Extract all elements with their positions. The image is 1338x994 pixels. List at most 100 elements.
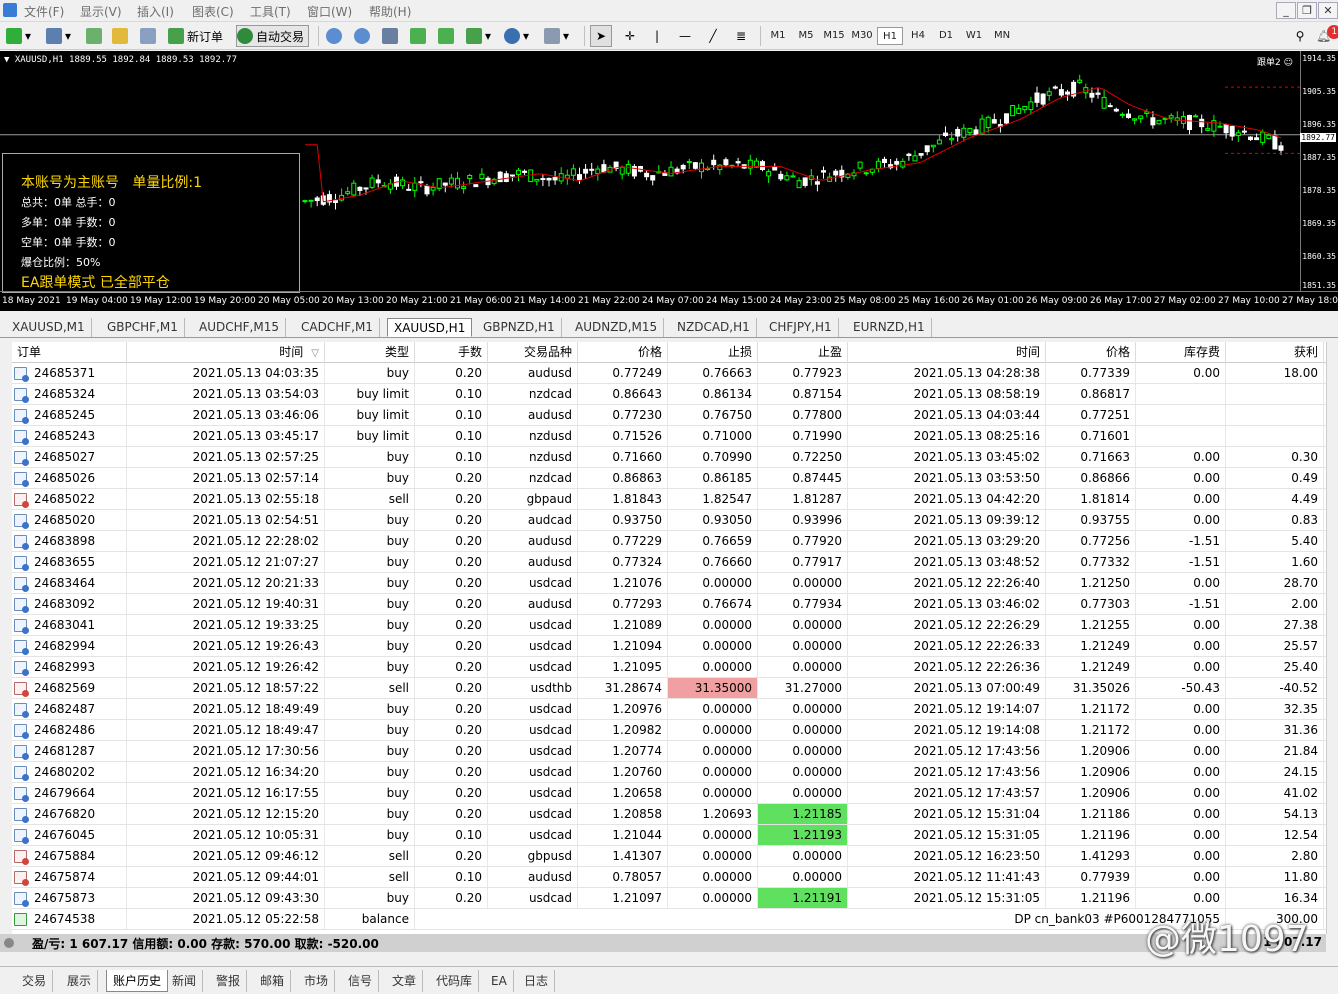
terminal-tab[interactable]: 信号 <box>342 970 380 992</box>
terminal-tab[interactable]: 日志 <box>518 970 556 992</box>
column-header[interactable]: 交易品种 <box>488 342 578 363</box>
column-header[interactable]: 止盈 <box>758 342 848 363</box>
terminal-tab[interactable]: 文章 <box>386 970 424 992</box>
chart-tab[interactable]: EURNZD,H1 <box>847 318 932 337</box>
terminal-tab[interactable]: 账户历史 <box>106 970 169 992</box>
column-header[interactable]: 时间 ▽ <box>127 342 325 363</box>
zoom-in-button[interactable] <box>326 25 345 47</box>
column-header[interactable]: 获利 <box>1226 342 1324 363</box>
crosshair-button[interactable]: ✛ <box>620 25 640 47</box>
table-row[interactable]: 24680202 2021.05.12 16:34:20 buy 0.20 usdcad… <box>12 762 1326 783</box>
minimize-button[interactable]: _ <box>1276 2 1296 19</box>
table-row[interactable]: 24675884 2021.05.12 09:46:12 sell 0.20 gbpus… <box>12 846 1326 867</box>
restore-button[interactable]: ❐ <box>1297 2 1317 19</box>
fibo-button[interactable]: ≣ <box>732 25 750 47</box>
cursor-button[interactable]: ➤ <box>590 25 612 47</box>
table-row[interactable]: 24683092 2021.05.12 19:40:31 buy 0.20 audusd… <box>12 594 1326 615</box>
table-row[interactable]: 24682993 2021.05.12 19:26:42 buy 0.20 usdcad… <box>12 657 1326 678</box>
table-row[interactable]: 24676820 2021.05.12 12:15:20 buy 0.20 usdcad… <box>12 804 1326 825</box>
tf-m30[interactable]: M30 <box>849 27 875 45</box>
search-button[interactable]: ⚲ <box>1292 25 1308 47</box>
table-row[interactable]: 24685324 2021.05.13 03:54:03 buy limit 0.10… <box>12 384 1326 405</box>
trendline-button[interactable]: ╱ <box>704 25 722 47</box>
terminal-tab[interactable]: 市场 <box>298 970 336 992</box>
column-header[interactable]: 止损 <box>668 342 758 363</box>
tf-h1[interactable]: H1 <box>877 27 903 45</box>
table-row[interactable]: 24675874 2021.05.12 09:44:01 sell 0.10 audus… <box>12 867 1326 888</box>
menu-insert[interactable]: 插入(I) <box>137 3 174 20</box>
chart-tab[interactable]: XAUUSD,H1 <box>387 318 473 337</box>
table-row[interactable]: 24676045 2021.05.12 10:05:31 buy 0.10 usdcad… <box>12 825 1326 846</box>
periods-button[interactable]: ▾ <box>504 25 529 47</box>
tf-m15[interactable]: M15 <box>821 27 847 45</box>
table-row[interactable]: 24683041 2021.05.12 19:33:25 buy 0.20 usdcad… <box>12 615 1326 636</box>
chart-shift-button[interactable] <box>438 25 457 47</box>
chart-tab[interactable]: CHFJPY,H1 <box>763 318 839 337</box>
profiles-button[interactable]: ▾ <box>46 25 71 47</box>
table-row[interactable]: 24681287 2021.05.12 17:30:56 buy 0.20 usdcad… <box>12 741 1326 762</box>
table-row[interactable]: 24685371 2021.05.13 04:03:35 buy 0.20 audusd… <box>12 363 1326 384</box>
chart-tab[interactable]: GBPNZD,H1 <box>477 318 562 337</box>
terminal-tab[interactable]: 警报 <box>210 970 248 992</box>
menu-window[interactable]: 窗口(W) <box>307 3 352 20</box>
chart-tab[interactable]: CADCHF,M1 <box>295 318 380 337</box>
notifications-button[interactable]: 🔔︎ 1 <box>1316 25 1338 47</box>
vertical-line-button[interactable]: | <box>650 25 664 47</box>
column-header[interactable]: 手数 <box>415 342 488 363</box>
indicators-button[interactable]: ▾ <box>466 25 491 47</box>
tf-m5[interactable]: M5 <box>793 27 819 45</box>
menu-file[interactable]: 文件(F) <box>24 3 64 20</box>
table-row[interactable]: 24683464 2021.05.12 20:21:33 buy 0.20 usdcad… <box>12 573 1326 594</box>
tf-mn[interactable]: MN <box>989 27 1015 45</box>
terminal-tab[interactable]: 邮箱 <box>254 970 292 992</box>
terminal-tab[interactable]: 新闻 <box>166 970 204 992</box>
table-row[interactable]: 24685027 2021.05.13 02:57:25 buy 0.10 nzdusd… <box>12 447 1326 468</box>
table-row[interactable]: 24675873 2021.05.12 09:43:30 buy 0.20 usdcad… <box>12 888 1326 909</box>
table-scrollbar[interactable] <box>1326 342 1338 934</box>
templates-button[interactable]: ▾ <box>544 25 569 47</box>
table-row[interactable]: 24685020 2021.05.13 02:54:51 buy 0.20 audcad… <box>12 510 1326 531</box>
table-row[interactable]: 24682487 2021.05.12 18:49:49 buy 0.20 usdcad… <box>12 699 1326 720</box>
menu-view[interactable]: 显示(V) <box>80 3 122 20</box>
table-row[interactable]: 24682486 2021.05.12 18:49:47 buy 0.20 usdcad… <box>12 720 1326 741</box>
table-row[interactable]: 24682569 2021.05.12 18:57:22 sell 0.20 usdth… <box>12 678 1326 699</box>
column-header[interactable]: 库存费 <box>1136 342 1226 363</box>
column-header[interactable]: 类型 <box>325 342 415 363</box>
menu-tools[interactable]: 工具(T) <box>250 3 291 20</box>
navigator-button[interactable] <box>112 25 131 47</box>
terminal-button[interactable] <box>140 25 159 47</box>
chart-tab[interactable]: NZDCAD,H1 <box>671 318 757 337</box>
terminal-tab[interactable]: 展示 <box>61 970 99 992</box>
table-row[interactable]: 24685026 2021.05.13 02:57:14 buy 0.20 nzdcad… <box>12 468 1326 489</box>
price-chart[interactable]: ▼ XAUUSD,H1 1889.55 1892.84 1889.53 1892… <box>0 51 1338 311</box>
tf-m1[interactable]: M1 <box>765 27 791 45</box>
table-row[interactable]: 24682994 2021.05.12 19:26:43 buy 0.20 usdcad… <box>12 636 1326 657</box>
terminal-tab[interactable]: 交易 <box>16 970 54 992</box>
auto-trade-button[interactable]: 自动交易 <box>236 25 310 47</box>
column-header[interactable]: 价格 <box>578 342 668 363</box>
table-row[interactable]: 24685022 2021.05.13 02:55:18 sell 0.20 gbpau… <box>12 489 1326 510</box>
table-row[interactable]: 24685243 2021.05.13 03:45:17 buy limit 0.10… <box>12 426 1326 447</box>
menu-chart[interactable]: 图表(C) <box>192 3 234 20</box>
column-header[interactable]: 订单 <box>12 342 127 363</box>
horizontal-line-button[interactable]: — <box>676 25 694 47</box>
tf-h4[interactable]: H4 <box>905 27 931 45</box>
market-watch-button[interactable] <box>86 25 105 47</box>
chart-tab[interactable]: XAUUSD,M1 <box>6 318 92 337</box>
balance-row[interactable]: 24674538 2021.05.12 05:22:58 balance DP cn_… <box>12 909 1326 930</box>
zoom-out-button[interactable] <box>354 25 373 47</box>
chart-tab[interactable]: AUDCHF,M15 <box>193 318 286 337</box>
table-row[interactable]: 24685245 2021.05.13 03:46:06 buy limit 0.10… <box>12 405 1326 426</box>
table-row[interactable]: 24683898 2021.05.12 22:28:02 buy 0.20 audusd… <box>12 531 1326 552</box>
terminal-tab[interactable]: EA <box>485 970 514 992</box>
menu-help[interactable]: 帮助(H) <box>369 3 411 20</box>
auto-scroll-button[interactable] <box>410 25 429 47</box>
chart-tab[interactable]: AUDNZD,M15 <box>569 318 665 337</box>
table-row[interactable]: 24679664 2021.05.12 16:17:55 buy 0.20 usdcad… <box>12 783 1326 804</box>
column-header[interactable]: 价格 <box>1046 342 1136 363</box>
terminal-tab[interactable]: 代码库 <box>430 970 480 992</box>
tile-windows-button[interactable] <box>382 25 401 47</box>
column-header[interactable]: 时间 <box>848 342 1046 363</box>
chart-tab[interactable]: GBPCHF,M1 <box>101 318 185 337</box>
table-row[interactable]: 24683655 2021.05.12 21:07:27 buy 0.20 audusd… <box>12 552 1326 573</box>
